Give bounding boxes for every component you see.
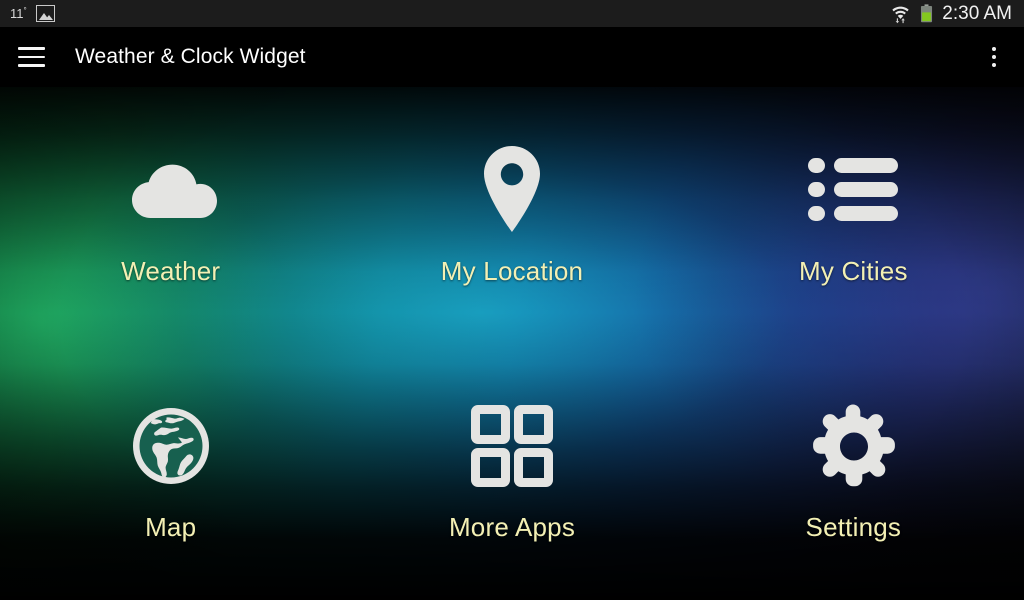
overflow-dot (992, 47, 996, 51)
action-bar: Weather & Clock Widget (0, 27, 1024, 87)
page-title: Weather & Clock Widget (75, 45, 306, 68)
status-bar: 11° 2:30 AM (0, 0, 1024, 27)
globe-icon (132, 408, 209, 485)
tile-my-location[interactable]: My Location (341, 87, 682, 344)
status-bar-clock: 2:30 AM (942, 3, 1012, 24)
tile-map[interactable]: Map (0, 344, 341, 600)
hamburger-line (18, 64, 45, 67)
degree-symbol: ° (23, 6, 27, 15)
status-bar-left: 11° (0, 5, 55, 22)
tile-more-apps-label: More Apps (448, 512, 576, 543)
list-icon (808, 157, 899, 221)
hamburger-line (18, 47, 45, 50)
hamburger-line (18, 55, 45, 59)
tile-my-location-label: My Location (440, 255, 584, 286)
overflow-menu-icon[interactable] (980, 37, 1008, 77)
tile-my-cities[interactable]: My Cities (683, 87, 1024, 344)
tile-settings[interactable]: Settings (683, 344, 1024, 600)
tile-weather[interactable]: Weather (0, 87, 341, 344)
app-screen: 11° 2:30 AM Weather & Clock Widget Weath… (0, 0, 1024, 600)
tile-my-cities-icon-wrap (808, 144, 899, 236)
tile-settings-icon-wrap (810, 400, 896, 492)
tile-weather-icon-wrap (125, 144, 217, 236)
battery-icon (921, 4, 933, 23)
tile-map-label: Map (145, 512, 197, 543)
home-tile-grid: Weather My Location My Cities Map More A… (0, 87, 1024, 600)
tile-more-apps[interactable]: More Apps (341, 344, 682, 600)
tile-more-apps-icon-wrap (470, 400, 553, 492)
cloud-icon (131, 164, 217, 218)
temperature-indicator: 11° (10, 6, 27, 21)
tile-map-icon-wrap (131, 400, 211, 492)
status-bar-right: 2:30 AM (890, 4, 1024, 24)
temperature-value: 11 (10, 6, 24, 21)
overflow-dot (992, 55, 996, 59)
hamburger-menu-icon[interactable] (18, 42, 48, 72)
wifi-transfer-icon (892, 6, 909, 23)
overflow-dot (992, 63, 996, 67)
gear-icon (813, 404, 896, 487)
tile-settings-label: Settings (805, 512, 902, 543)
image-icon (35, 5, 55, 22)
map-pin-icon (483, 145, 540, 232)
tile-my-cities-label: My Cities (798, 255, 908, 286)
grid-apps-icon (470, 405, 553, 488)
tile-weather-label: Weather (121, 255, 221, 286)
tile-my-location-icon-wrap (479, 144, 545, 236)
